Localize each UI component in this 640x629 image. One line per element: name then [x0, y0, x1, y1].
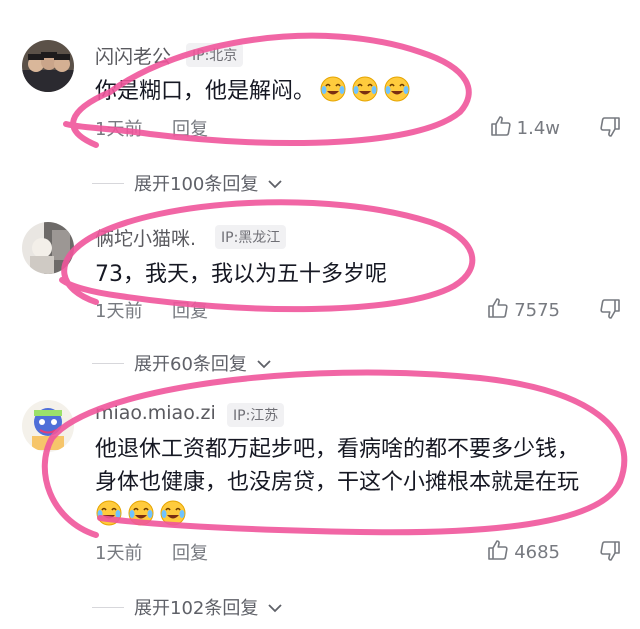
crying-laughing-emoji: [95, 499, 123, 537]
comment-text: 他退休工资都万起步吧，看病啥的都不要多少钱， 身体也健康，也没房贷，干这个小摊根…: [95, 433, 579, 537]
expand-replies-label: 展开102条回复: [134, 598, 259, 619]
like-button[interactable]: 4685: [486, 538, 560, 566]
comment-text-line: 身体也健康，也没房贷，干这个小摊根本就是在玩: [95, 470, 580, 495]
expand-replies-button[interactable]: 展开102条回复: [92, 594, 282, 620]
nickname[interactable]: miao.miao.zi: [95, 402, 216, 424]
crying-laughing-emoji: [159, 499, 187, 537]
comment-time: 1天前: [95, 543, 143, 564]
ip-location-tag: IP:江苏: [227, 403, 285, 427]
thumbs-down-icon[interactable]: [598, 539, 622, 567]
chevron-down-icon: [268, 598, 282, 617]
avatar[interactable]: [22, 400, 74, 452]
reply-button[interactable]: 回复: [172, 539, 208, 565]
crying-laughing-emoji: [127, 499, 155, 537]
divider: [92, 606, 124, 608]
comment-3: miao.miao.zi IP:江苏 他退休工资都万起步吧，看病啥的都不要多少钱…: [0, 0, 640, 629]
emoji-row: [91, 499, 579, 537]
thumbs-up-icon: [486, 538, 510, 566]
like-count: 4685: [514, 541, 560, 563]
comment-text-line: 他退休工资都万起步吧，看病啥的都不要多少钱，: [95, 437, 580, 462]
